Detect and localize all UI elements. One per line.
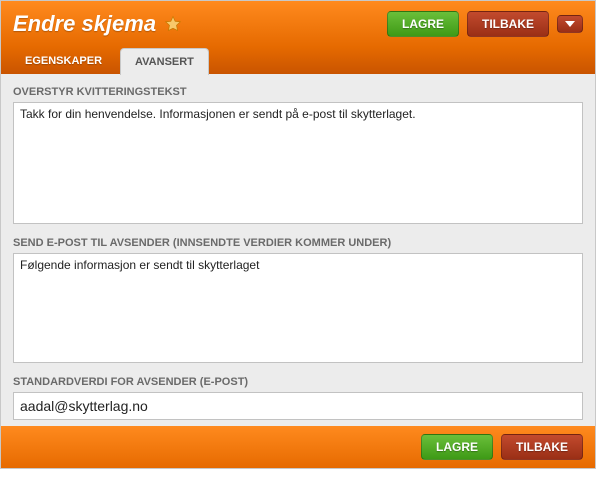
footer-bar: LAGRE TILBAKE (1, 426, 595, 468)
tab-egenskaper[interactable]: EGENSKAPER (11, 48, 116, 75)
receipt-text-input[interactable] (13, 102, 583, 224)
email-text-label: SEND E-POST TIL AVSENDER (INNSENDTE VERD… (13, 237, 583, 249)
tab-avansert[interactable]: AVANSERT (120, 48, 209, 75)
tab-bar: EGENSKAPER AVANSERT (1, 47, 595, 74)
back-button[interactable]: TILBAKE (467, 11, 549, 37)
default-sender-input[interactable] (13, 392, 583, 420)
back-dropdown-button[interactable] (557, 15, 583, 33)
email-text-input[interactable] (13, 253, 583, 363)
favorite-star-icon[interactable] (164, 15, 182, 33)
form-body: OVERSTYR KVITTERINGSTEKST SEND E-POST TI… (1, 74, 595, 426)
footer-save-button[interactable]: LAGRE (421, 434, 493, 460)
default-sender-label: STANDARDVERDI FOR AVSENDER (E-POST) (13, 376, 583, 388)
header-bar: Endre skjema LAGRE TILBAKE (1, 1, 595, 47)
receipt-text-label: OVERSTYR KVITTERINGSTEKST (13, 86, 583, 98)
page-title: Endre skjema (13, 11, 156, 37)
form-editor-window: Endre skjema LAGRE TILBAKE EGENSKAPER AV… (0, 0, 596, 469)
footer-back-button[interactable]: TILBAKE (501, 434, 583, 460)
chevron-down-icon (565, 21, 575, 27)
save-button[interactable]: LAGRE (387, 11, 459, 37)
